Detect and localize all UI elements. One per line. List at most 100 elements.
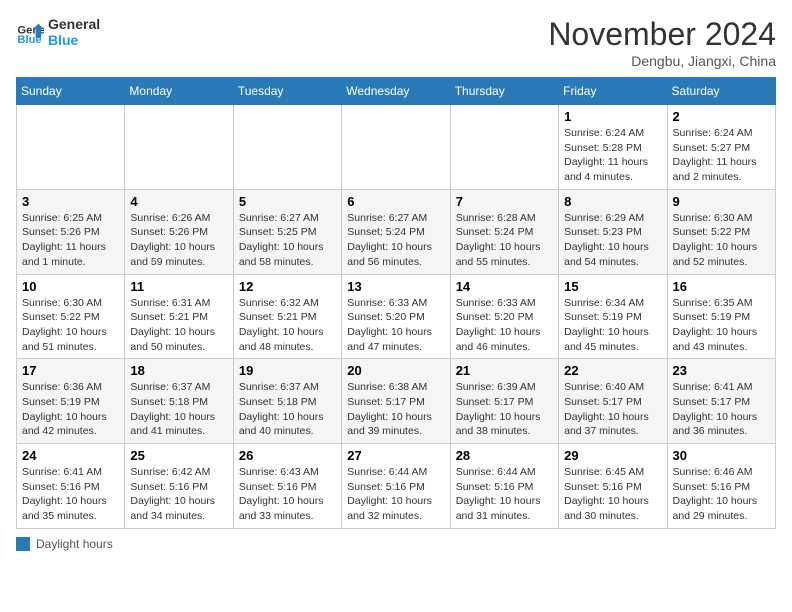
calendar-cell <box>342 105 450 190</box>
calendar-cell: 29Sunrise: 6:45 AM Sunset: 5:16 PM Dayli… <box>559 444 667 529</box>
day-number: 4 <box>130 194 227 209</box>
calendar-cell: 13 Sunrise: 6:33 AM Sunset: 5:20 PM Dayli… <box>342 274 450 359</box>
day-info: Sunrise: 6:39 AM Sunset: 5:17 PM Dayligh… <box>456 380 553 439</box>
calendar-cell: 18 Sunrise: 6:37 AM Sunset: 5:18 PM Dayli… <box>125 359 233 444</box>
weekday-header: Tuesday <box>233 78 341 105</box>
day-info: Sunrise: 6:45 AM Sunset: 5:16 PM Dayligh… <box>564 465 661 524</box>
day-info: Sunrise: 6:24 AM Sunset: 5:28 PM Dayligh… <box>564 126 661 185</box>
calendar-cell: 8 Sunrise: 6:29 AM Sunset: 5:23 PM Daylig… <box>559 189 667 274</box>
day-number: 12 <box>239 279 336 294</box>
logo: General Blue General Blue <box>16 16 100 48</box>
calendar-cell: 17 Sunrise: 6:36 AM Sunset: 5:19 PM Dayli… <box>17 359 125 444</box>
day-number: 21 <box>456 363 553 378</box>
legend-label: Daylight hours <box>36 537 113 551</box>
day-number: 6 <box>347 194 444 209</box>
day-info: Sunrise: 6:34 AM Sunset: 5:19 PM Dayligh… <box>564 296 661 355</box>
day-number: 13 <box>347 279 444 294</box>
calendar-cell: 1Sunrise: 6:24 AM Sunset: 5:28 PM Daylig… <box>559 105 667 190</box>
day-info: Sunrise: 6:30 AM Sunset: 5:22 PM Dayligh… <box>22 296 119 355</box>
calendar-cell: 22 Sunrise: 6:40 AM Sunset: 5:17 PM Dayli… <box>559 359 667 444</box>
calendar-cell: 7 Sunrise: 6:28 AM Sunset: 5:24 PM Daylig… <box>450 189 558 274</box>
calendar-cell: 27 Sunrise: 6:44 AM Sunset: 5:16 PM Dayli… <box>342 444 450 529</box>
day-info: Sunrise: 6:44 AM Sunset: 5:16 PM Dayligh… <box>347 465 444 524</box>
day-number: 27 <box>347 448 444 463</box>
day-info: Sunrise: 6:26 AM Sunset: 5:26 PM Dayligh… <box>130 211 227 270</box>
day-number: 15 <box>564 279 661 294</box>
day-info: Sunrise: 6:29 AM Sunset: 5:23 PM Dayligh… <box>564 211 661 270</box>
day-number: 17 <box>22 363 119 378</box>
day-info: Sunrise: 6:25 AM Sunset: 5:26 PM Dayligh… <box>22 211 119 270</box>
legend: Daylight hours <box>16 537 776 551</box>
day-number: 5 <box>239 194 336 209</box>
calendar-cell: 19 Sunrise: 6:37 AM Sunset: 5:18 PM Dayli… <box>233 359 341 444</box>
day-info: Sunrise: 6:37 AM Sunset: 5:18 PM Dayligh… <box>130 380 227 439</box>
day-info: Sunrise: 6:41 AM Sunset: 5:16 PM Dayligh… <box>22 465 119 524</box>
weekday-header: Friday <box>559 78 667 105</box>
calendar-cell: 10 Sunrise: 6:30 AM Sunset: 5:22 PM Dayli… <box>17 274 125 359</box>
day-number: 3 <box>22 194 119 209</box>
day-info: Sunrise: 6:35 AM Sunset: 5:19 PM Dayligh… <box>673 296 770 355</box>
calendar-cell: 30Sunrise: 6:46 AM Sunset: 5:16 PM Dayli… <box>667 444 775 529</box>
calendar-cell: 3 Sunrise: 6:25 AM Sunset: 5:26 PM Daylig… <box>17 189 125 274</box>
day-number: 8 <box>564 194 661 209</box>
day-number: 14 <box>456 279 553 294</box>
calendar-cell: 25 Sunrise: 6:42 AM Sunset: 5:16 PM Dayli… <box>125 444 233 529</box>
calendar-cell: 20 Sunrise: 6:38 AM Sunset: 5:17 PM Dayli… <box>342 359 450 444</box>
logo-icon: General Blue <box>16 18 44 46</box>
header: General Blue General Blue November 2024 … <box>16 16 776 69</box>
month-title: November 2024 <box>548 16 776 53</box>
logo-blue: Blue <box>48 32 100 48</box>
calendar-cell: 2Sunrise: 6:24 AM Sunset: 5:27 PM Daylig… <box>667 105 775 190</box>
calendar-cell <box>233 105 341 190</box>
day-info: Sunrise: 6:30 AM Sunset: 5:22 PM Dayligh… <box>673 211 770 270</box>
day-info: Sunrise: 6:33 AM Sunset: 5:20 PM Dayligh… <box>347 296 444 355</box>
calendar-cell: 28Sunrise: 6:44 AM Sunset: 5:16 PM Dayli… <box>450 444 558 529</box>
calendar-cell: 14 Sunrise: 6:33 AM Sunset: 5:20 PM Dayli… <box>450 274 558 359</box>
calendar-cell: 21 Sunrise: 6:39 AM Sunset: 5:17 PM Dayli… <box>450 359 558 444</box>
day-number: 26 <box>239 448 336 463</box>
day-number: 18 <box>130 363 227 378</box>
calendar-cell: 11 Sunrise: 6:31 AM Sunset: 5:21 PM Dayli… <box>125 274 233 359</box>
weekday-header: Wednesday <box>342 78 450 105</box>
calendar-cell: 23 Sunrise: 6:41 AM Sunset: 5:17 PM Dayli… <box>667 359 775 444</box>
location: Dengbu, Jiangxi, China <box>548 53 776 69</box>
day-info: Sunrise: 6:40 AM Sunset: 5:17 PM Dayligh… <box>564 380 661 439</box>
day-number: 9 <box>673 194 770 209</box>
calendar-cell: 15 Sunrise: 6:34 AM Sunset: 5:19 PM Dayli… <box>559 274 667 359</box>
weekday-header: Thursday <box>450 78 558 105</box>
calendar-cell: 4 Sunrise: 6:26 AM Sunset: 5:26 PM Daylig… <box>125 189 233 274</box>
day-info: Sunrise: 6:32 AM Sunset: 5:21 PM Dayligh… <box>239 296 336 355</box>
day-info: Sunrise: 6:28 AM Sunset: 5:24 PM Dayligh… <box>456 211 553 270</box>
calendar-cell: 12 Sunrise: 6:32 AM Sunset: 5:21 PM Dayli… <box>233 274 341 359</box>
day-number: 10 <box>22 279 119 294</box>
day-number: 11 <box>130 279 227 294</box>
day-number: 20 <box>347 363 444 378</box>
day-info: Sunrise: 6:41 AM Sunset: 5:17 PM Dayligh… <box>673 380 770 439</box>
day-number: 19 <box>239 363 336 378</box>
day-number: 28 <box>456 448 553 463</box>
day-number: 24 <box>22 448 119 463</box>
calendar-cell <box>17 105 125 190</box>
day-info: Sunrise: 6:42 AM Sunset: 5:16 PM Dayligh… <box>130 465 227 524</box>
day-info: Sunrise: 6:37 AM Sunset: 5:18 PM Dayligh… <box>239 380 336 439</box>
calendar-cell: 6Sunrise: 6:27 AM Sunset: 5:24 PM Daylig… <box>342 189 450 274</box>
calendar-cell: 26Sunrise: 6:43 AM Sunset: 5:16 PM Dayli… <box>233 444 341 529</box>
day-number: 25 <box>130 448 227 463</box>
legend-box <box>16 537 30 551</box>
day-number: 30 <box>673 448 770 463</box>
calendar-cell <box>125 105 233 190</box>
calendar: SundayMondayTuesdayWednesdayThursdayFrid… <box>16 77 776 529</box>
calendar-cell <box>450 105 558 190</box>
weekday-header: Sunday <box>17 78 125 105</box>
day-info: Sunrise: 6:36 AM Sunset: 5:19 PM Dayligh… <box>22 380 119 439</box>
day-info: Sunrise: 6:38 AM Sunset: 5:17 PM Dayligh… <box>347 380 444 439</box>
weekday-header: Monday <box>125 78 233 105</box>
day-info: Sunrise: 6:31 AM Sunset: 5:21 PM Dayligh… <box>130 296 227 355</box>
day-number: 7 <box>456 194 553 209</box>
calendar-cell: 16Sunrise: 6:35 AM Sunset: 5:19 PM Dayli… <box>667 274 775 359</box>
day-number: 22 <box>564 363 661 378</box>
calendar-cell: 9 Sunrise: 6:30 AM Sunset: 5:22 PM Daylig… <box>667 189 775 274</box>
day-number: 23 <box>673 363 770 378</box>
day-info: Sunrise: 6:33 AM Sunset: 5:20 PM Dayligh… <box>456 296 553 355</box>
day-info: Sunrise: 6:24 AM Sunset: 5:27 PM Dayligh… <box>673 126 770 185</box>
